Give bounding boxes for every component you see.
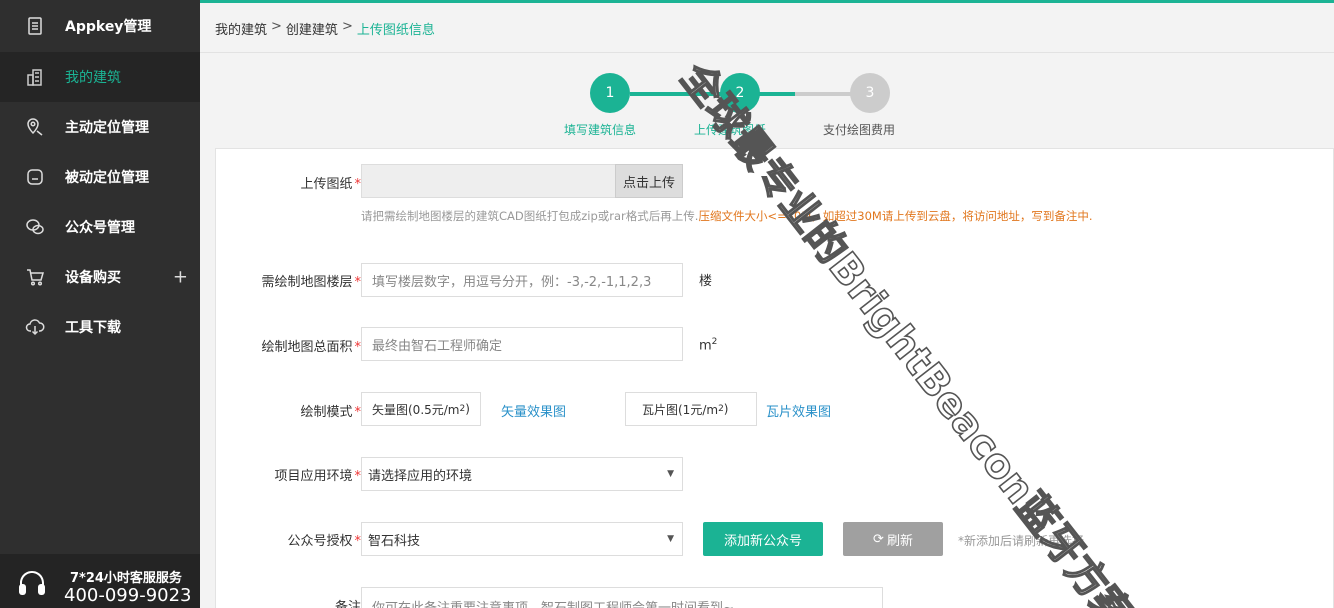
sidebar-item-tool-download[interactable]: 工具下载 xyxy=(0,302,200,352)
main-content: 我的建筑 > 创建建筑 > 上传图纸信息 1 2 3 填写建筑信息 上传建筑图纸… xyxy=(200,0,1334,608)
sidebar-item-device-purchase[interactable]: 设备购买 + xyxy=(0,252,200,302)
beacon-device-icon xyxy=(24,166,46,188)
location-pin-icon xyxy=(24,116,46,138)
wechat-select[interactable]: 智石科技 ▼ xyxy=(361,522,683,556)
sidebar-item-label: 我的建筑 xyxy=(65,70,121,86)
refresh-icon: ⟳ xyxy=(873,531,884,547)
area-input[interactable]: 最终由智石工程师确定 xyxy=(361,327,683,361)
divider xyxy=(200,52,1334,53)
sidebar-item-label: Appkey管理 xyxy=(65,19,152,35)
step-label-3: 支付绘图费用 xyxy=(822,123,896,137)
service-title: 7*24小时客服服务 xyxy=(70,571,182,586)
cloud-download-icon xyxy=(24,316,46,338)
env-select[interactable]: 请选择应用的环境 ▼ xyxy=(361,457,683,491)
upload-label: 上传图纸 * xyxy=(300,177,361,192)
breadcrumb-item[interactable]: 创建建筑 xyxy=(286,19,338,38)
tile-mode-option[interactable]: 瓦片图(1元/m 2) xyxy=(625,392,757,426)
add-wechat-button[interactable]: 添加新公众号 xyxy=(703,522,823,556)
document-icon xyxy=(24,15,46,37)
remark-textarea[interactable]: 你可在此备注重要注意事项，智石制图工程师会第一时间看到~ xyxy=(361,587,883,608)
breadcrumb-separator: > xyxy=(271,19,282,34)
expand-plus-icon[interactable]: + xyxy=(173,267,188,288)
sidebar-item-my-buildings[interactable]: 我的建筑 xyxy=(0,52,200,102)
floors-unit: 楼 xyxy=(699,274,713,289)
progress-steps: 1 2 3 填写建筑信息 上传建筑图纸 支付绘图费用 xyxy=(200,72,1334,142)
upload-hint: 请把需绘制地图楼层的建筑CAD图纸打包成zip或rar格式后再上传.压缩文件大小… xyxy=(361,209,1093,223)
step-circle-1: 1 xyxy=(590,73,630,113)
refresh-button[interactable]: ⟳ 刷新 xyxy=(843,522,943,556)
breadcrumb-item[interactable]: 我的建筑 xyxy=(215,19,267,38)
breadcrumb: 我的建筑 > 创建建筑 > 上传图纸信息 xyxy=(215,19,435,38)
area-unit: m2 xyxy=(699,337,718,354)
chevron-down-icon: ▼ xyxy=(667,469,674,479)
mode-label: 绘制模式 * xyxy=(300,405,361,420)
building-icon xyxy=(24,66,46,88)
sidebar-item-active-positioning[interactable]: 主动定位管理 xyxy=(0,102,200,152)
sidebar-item-wechat[interactable]: 公众号管理 xyxy=(0,202,200,252)
tile-preview-link[interactable]: 瓦片效果图 xyxy=(766,401,831,420)
upload-button[interactable]: 点击上传 xyxy=(615,164,683,198)
vector-mode-option[interactable]: 矢量图(0.5元/m 2) xyxy=(361,392,481,426)
area-label: 绘制地图总面积 * xyxy=(261,340,361,355)
step-label-1: 填写建筑信息 xyxy=(563,123,637,137)
vector-preview-link[interactable]: 矢量效果图 xyxy=(501,401,566,420)
env-label: 项目应用环境 * xyxy=(274,469,361,484)
step-label-2: 上传建筑图纸 xyxy=(693,123,767,137)
service-phone: 400-099-9023 xyxy=(64,585,192,606)
wechat-label: 公众号授权 * xyxy=(287,534,361,549)
headset-icon xyxy=(16,567,48,599)
wechat-hint: *新添加后请刷新再选择 xyxy=(958,534,1085,548)
customer-service: 7*24小时客服服务 400-099-9023 xyxy=(0,554,200,608)
upload-form: 上传图纸 * 点击上传 请把需绘制地图楼层的建筑CAD图纸打包成zip或rar格式… xyxy=(215,148,1334,608)
sidebar-item-passive-positioning[interactable]: 被动定位管理 xyxy=(0,152,200,202)
remark-label: 备注 xyxy=(334,600,361,608)
sidebar-item-appkey[interactable]: Appkey管理 xyxy=(0,0,200,52)
breadcrumb-separator: > xyxy=(341,19,353,34)
floors-label: 需绘制地图楼层 * xyxy=(261,275,361,290)
sidebar-item-label: 被动定位管理 xyxy=(65,170,149,186)
accent-line xyxy=(200,0,1334,3)
step-circle-2: 2 xyxy=(720,73,760,113)
sidebar-item-label: 主动定位管理 xyxy=(65,120,149,136)
breadcrumb-current: 上传图纸信息 xyxy=(356,23,435,38)
sidebar-item-label: 设备购买 xyxy=(65,270,121,286)
sidebar-item-label: 工具下载 xyxy=(65,320,121,336)
sidebar: Appkey管理 我的建筑 主动定位管理 被动定位管理 公众号管理 设备购买 + xyxy=(0,0,200,608)
sidebar-item-label: 公众号管理 xyxy=(65,220,135,236)
floors-input[interactable]: 填写楼层数字，用逗号分开，例：-3,-2,-1,1,2,3 xyxy=(361,263,683,297)
wechat-icon xyxy=(24,216,46,238)
step-circle-3: 3 xyxy=(850,73,890,113)
upload-file-field[interactable] xyxy=(361,164,616,198)
cart-icon xyxy=(24,266,46,288)
chevron-down-icon: ▼ xyxy=(667,534,674,544)
